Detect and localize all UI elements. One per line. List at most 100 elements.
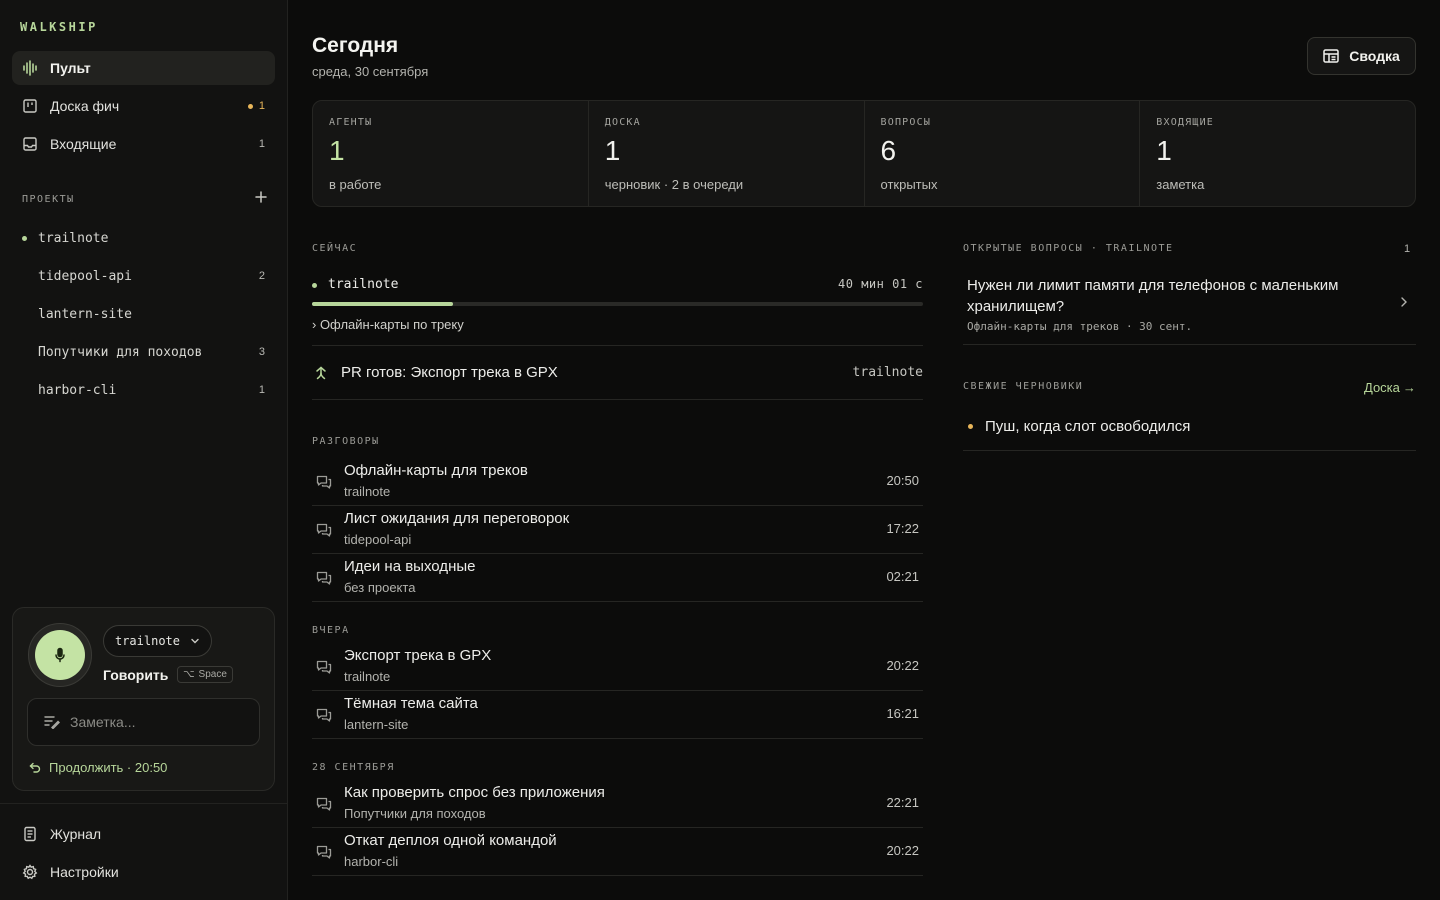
inbox-icon xyxy=(22,136,38,152)
nav-label: Доска фич xyxy=(50,98,120,114)
earlier-label: 28 СЕНТЯБРЯ xyxy=(312,762,395,773)
conversation-row[interactable]: Тёмная тема сайта lantern-site 16:21 xyxy=(312,691,923,739)
conversation-row[interactable]: Офлайн-карты для треков trailnote 20:50 xyxy=(312,458,923,506)
chat-icon xyxy=(316,475,332,489)
project-item-lantern-site[interactable]: lantern-site xyxy=(12,295,275,333)
project-item-harbor-cli[interactable]: harbor-cli 1 xyxy=(12,371,275,409)
now-label: СЕЙЧАС xyxy=(312,243,358,254)
conversation-project: Попутчики для походов xyxy=(344,806,486,821)
current-agent-project: trailnote xyxy=(328,277,399,292)
nav-item-dashboard[interactable]: Пульт xyxy=(12,51,275,85)
stat-questions[interactable]: ВОПРОСЫ 6 открытых xyxy=(865,101,1141,206)
mic-button[interactable] xyxy=(35,630,85,680)
question-text: Нужен ли лимит памяти для телефонов с ма… xyxy=(967,277,1339,315)
draft-text: Пуш, когда слот освободился xyxy=(985,418,1191,435)
note-input[interactable] xyxy=(70,714,240,730)
project-name: tidepool-api xyxy=(38,268,132,284)
conversation-project: lantern-site xyxy=(344,717,409,732)
note-input-container xyxy=(27,698,260,746)
conversation-row[interactable]: Откат деплоя одной командой harbor-cli 20:… xyxy=(312,828,923,876)
nav-item-journal[interactable]: Журнал xyxy=(22,824,101,844)
gear-icon xyxy=(22,864,38,880)
brand-logo: WALKSHIP xyxy=(20,20,98,34)
stat-agents[interactable]: АГЕНТЫ 1 в работе xyxy=(313,101,589,206)
shortcut-hint: ⌥ Space xyxy=(177,666,233,683)
conversation-project: без проекта xyxy=(344,580,416,595)
active-dot-icon xyxy=(22,236,27,241)
board-link[interactable]: Доска → xyxy=(1364,380,1416,395)
summary-label: Сводка xyxy=(1349,48,1400,64)
microphone-icon xyxy=(55,647,65,663)
summary-icon xyxy=(1323,49,1339,63)
stat-value: 1 xyxy=(329,135,345,166)
conversation-row[interactable]: Идеи на выходные без проекта 02:21 xyxy=(312,554,923,602)
sidebar-footer: Журнал Настройки xyxy=(0,803,288,880)
nav-item-inbox[interactable]: Входящие 1 xyxy=(12,127,275,161)
continue-session-link[interactable]: Продолжить · 20:50 xyxy=(29,760,167,775)
conversation-time: 20:22 xyxy=(886,658,919,673)
conversation-project: harbor-cli xyxy=(344,854,399,869)
conversation-row[interactable]: Лист ожидания для переговорок tidepool-ap… xyxy=(312,506,923,554)
stat-value: 1 xyxy=(1156,135,1172,166)
current-agent-row[interactable]: trailnote 40 мин 01 с xyxy=(312,277,923,295)
question-meta: Офлайн-карты для треков · 30 сент. xyxy=(967,320,1193,333)
project-name: trailnote xyxy=(38,230,109,246)
page-title: Сегодня xyxy=(312,34,399,57)
stat-key: АГЕНТЫ xyxy=(329,117,373,128)
agent-progress-fill xyxy=(312,302,453,306)
chat-icon xyxy=(316,845,332,859)
project-count: 2 xyxy=(258,270,265,282)
plus-icon xyxy=(255,191,267,203)
conversation-title: Лист ожидания для переговорок xyxy=(344,510,570,527)
conversation-project: tidepool-api xyxy=(344,532,412,547)
stat-desc: черновик · 2 в очереди xyxy=(604,177,744,192)
nav-item-feature-board[interactable]: Доска фич 1 xyxy=(12,89,275,123)
conversation-time: 20:22 xyxy=(886,843,919,858)
conversation-time: 16:21 xyxy=(886,706,919,721)
divider xyxy=(312,399,923,400)
pr-ready-row[interactable]: PR готов: Экспорт трека в GPX trailnote xyxy=(312,346,923,399)
nav-label: Входящие xyxy=(50,136,117,152)
alert-dot-icon xyxy=(247,103,253,109)
open-questions-count: 1 xyxy=(1404,243,1411,255)
stat-inbox[interactable]: ВХОДЯЩИЕ 1 заметка xyxy=(1140,101,1415,206)
draft-item[interactable]: Пуш, когда слот освободился xyxy=(963,405,1416,451)
undo-arrow-icon xyxy=(29,762,41,773)
running-dot-icon xyxy=(312,283,317,288)
conversation-time: 20:50 xyxy=(886,473,919,488)
add-project-button[interactable] xyxy=(252,190,270,208)
settings-label: Настройки xyxy=(50,864,119,880)
stat-value: 6 xyxy=(880,135,897,166)
chat-icon xyxy=(316,571,332,585)
summary-button[interactable]: Сводка xyxy=(1307,37,1416,75)
voice-project-select[interactable]: trailnote xyxy=(103,625,212,657)
nav-count: 1 xyxy=(247,100,265,112)
conversation-title: Откат деплоя одной командой xyxy=(344,832,557,849)
main-nav: Пульт Доска фич 1 Входящие 1 xyxy=(12,51,275,165)
nav-item-settings[interactable]: Настройки xyxy=(22,862,119,882)
stat-desc: открытых xyxy=(880,177,938,192)
project-item-tidepool-api[interactable]: tidepool-api 2 xyxy=(12,257,275,295)
nav-count-value: 1 xyxy=(258,100,265,112)
shortcut-key: Space xyxy=(198,669,227,680)
board-link-label: Доска xyxy=(1364,380,1400,395)
project-item-trailnote[interactable]: trailnote xyxy=(12,219,275,257)
board-icon xyxy=(22,98,38,114)
project-name: harbor-cli xyxy=(38,382,117,398)
pr-project: trailnote xyxy=(852,365,923,380)
project-item-hiking-companions[interactable]: Попутчики для походов 3 xyxy=(12,333,275,371)
conversation-time: 17:22 xyxy=(886,521,919,536)
chevron-right-icon xyxy=(1401,297,1407,307)
question-item[interactable]: Нужен ли лимит памяти для телефонов с ма… xyxy=(963,264,1416,345)
open-questions-label: ОТКРЫТЫЕ ВОПРОСЫ · TRAILNOTE xyxy=(963,243,1174,254)
conversation-project: trailnote xyxy=(344,484,391,499)
conversation-row[interactable]: Как проверить спрос без приложения Попутч… xyxy=(312,780,923,828)
stat-board[interactable]: ДОСКА 1 черновик · 2 в очереди xyxy=(589,101,865,206)
main-content: Сегодня среда, 30 сентября Сводка АГЕНТЫ… xyxy=(288,0,1440,900)
conversation-title: Тёмная тема сайта xyxy=(344,695,478,712)
stat-key: ДОСКА xyxy=(604,117,641,128)
conversation-row[interactable]: Экспорт трека в GPX trailnote 20:22 xyxy=(312,643,923,691)
stat-key: ВХОДЯЩИЕ xyxy=(1156,117,1215,128)
conversation-project: trailnote xyxy=(344,669,391,684)
chat-icon xyxy=(316,523,332,537)
